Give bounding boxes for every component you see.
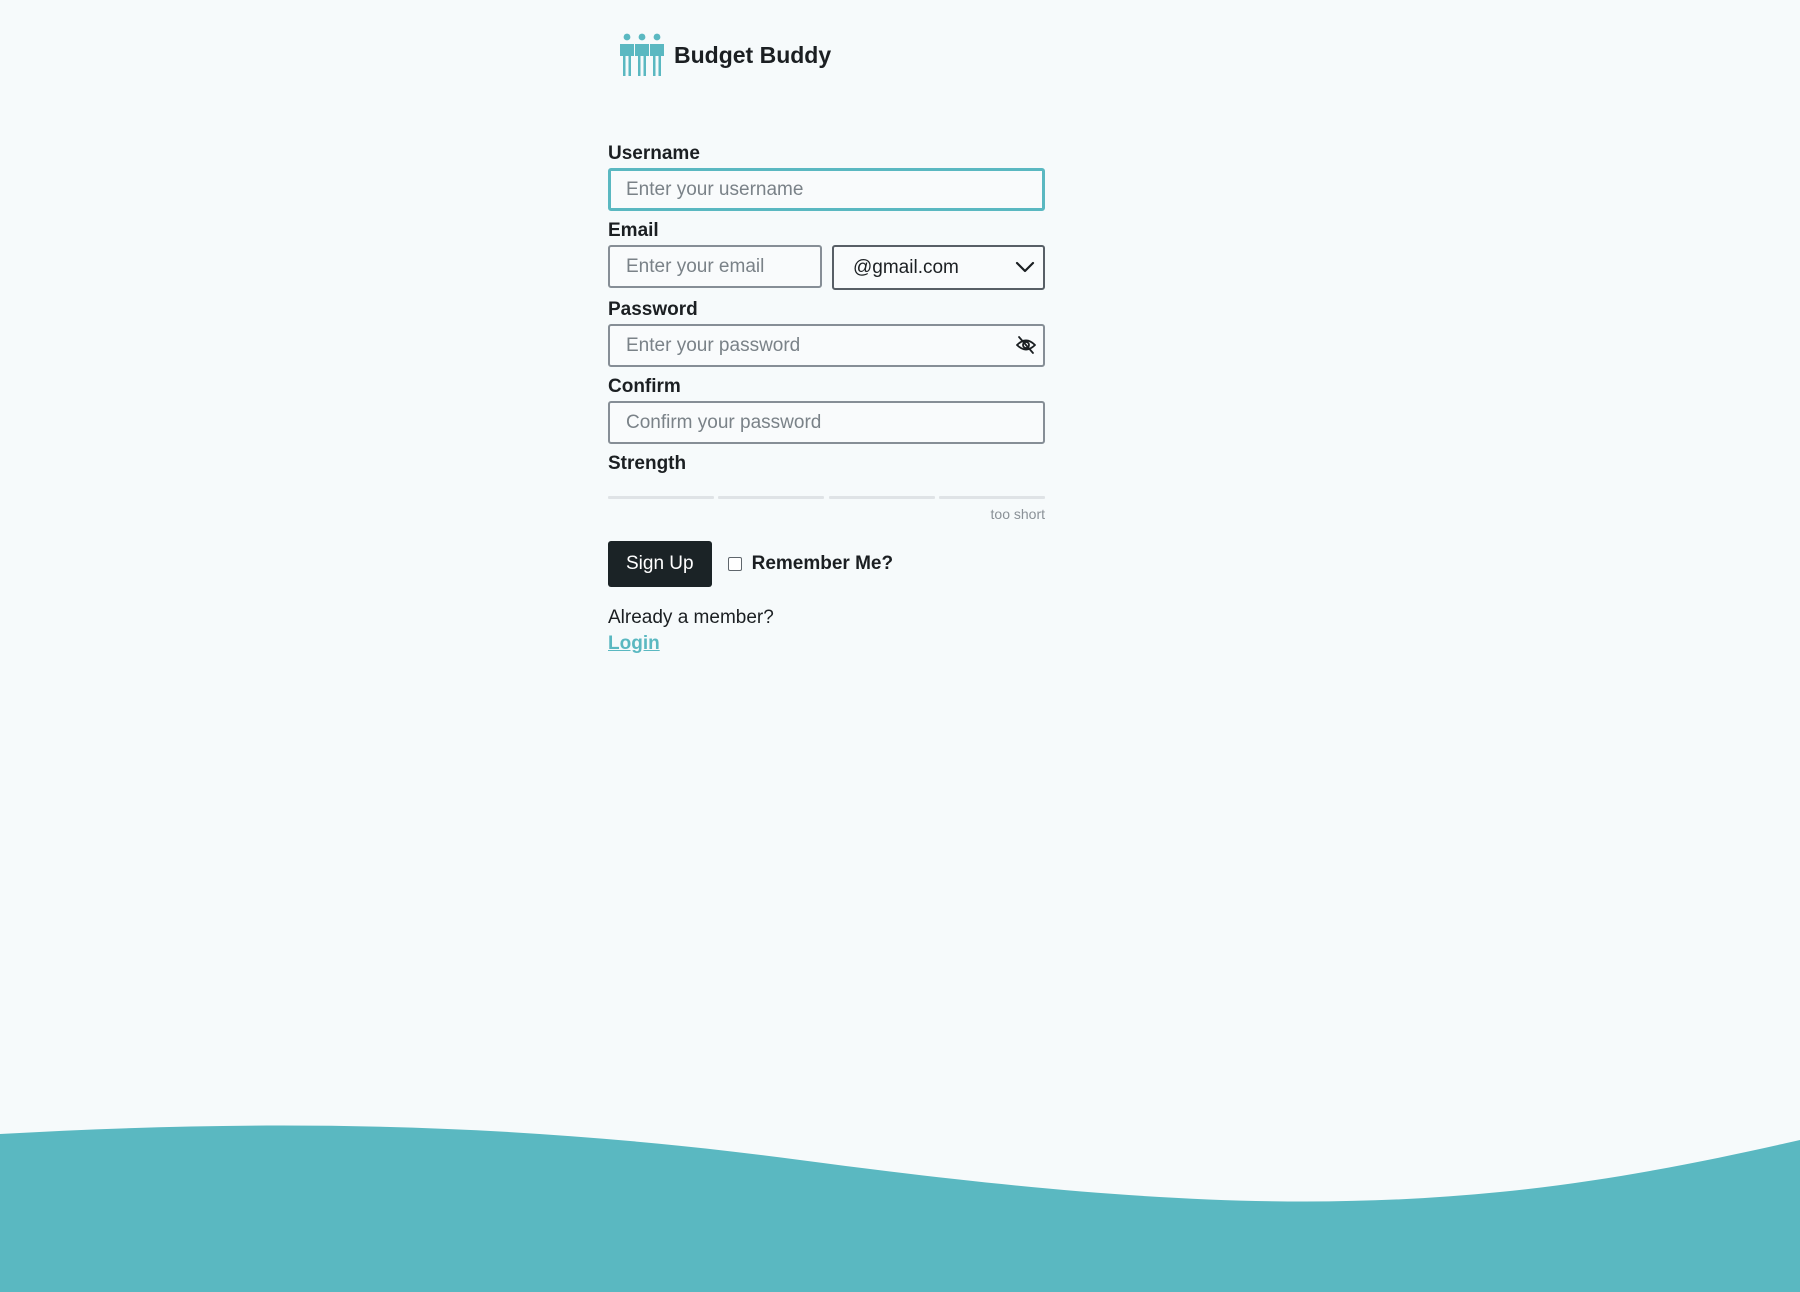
email-group: Email @gmail.com <box>608 217 1045 290</box>
confirm-password-input[interactable] <box>608 401 1045 444</box>
brand: Budget Buddy <box>618 30 831 80</box>
password-group: Password <box>608 296 1045 367</box>
strength-bar-segment <box>718 496 825 499</box>
email-domain-value: @gmail.com <box>853 256 959 278</box>
password-label: Password <box>608 299 698 320</box>
strength-bar-segment <box>608 496 714 499</box>
strength-label: Strength <box>608 453 687 474</box>
username-input[interactable] <box>608 168 1045 211</box>
form-actions: Sign Up Remember Me? <box>608 541 1045 587</box>
password-input[interactable] <box>608 324 1045 367</box>
already-member-text: Already a member? <box>608 607 774 628</box>
remember-me-label[interactable]: Remember Me? <box>752 553 894 575</box>
username-group: Username <box>608 140 1045 211</box>
email-row: @gmail.com <box>608 245 1045 290</box>
password-wrapper <box>608 324 1045 367</box>
email-domain-select[interactable]: @gmail.com <box>832 245 1045 290</box>
strength-meter <box>608 496 1045 499</box>
login-link[interactable]: Login <box>608 631 660 657</box>
confirm-label: Confirm <box>608 376 681 397</box>
signup-form: Username Email @gmail.com Password C <box>608 140 1045 657</box>
username-label: Username <box>608 143 700 164</box>
sign-up-button[interactable]: Sign Up <box>608 541 712 587</box>
strength-bar-segment <box>938 496 1045 499</box>
people-group-icon <box>620 33 664 76</box>
chevron-down-icon <box>1015 261 1035 273</box>
remember-me-checkbox[interactable] <box>727 557 742 571</box>
eye-slash-icon[interactable] <box>1015 335 1037 355</box>
confirm-group: Confirm <box>608 373 1045 444</box>
strength-group: Strength too short <box>608 450 1045 524</box>
footer-wave <box>0 1125 1800 1292</box>
strength-bar-segment <box>828 496 935 499</box>
strength-status: too short <box>990 506 1045 522</box>
email-label: Email <box>608 220 659 241</box>
brand-name: Budget Buddy <box>674 41 832 68</box>
email-input[interactable] <box>608 245 822 288</box>
remember-me: Remember Me? <box>727 553 894 575</box>
